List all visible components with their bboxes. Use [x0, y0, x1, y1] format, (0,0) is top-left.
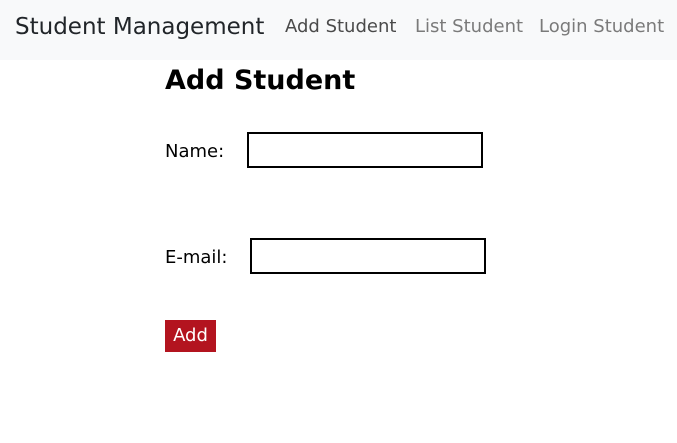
nav-link-list-student[interactable]: List Student: [415, 15, 523, 39]
navbar: Student Management Add Student List Stud…: [0, 0, 677, 60]
nav-link-add-student[interactable]: Add Student: [285, 15, 396, 39]
page-title: Add Student: [165, 65, 356, 96]
add-button[interactable]: Add: [165, 320, 216, 352]
email-input[interactable]: [250, 238, 486, 274]
name-label: Name:: [165, 141, 225, 162]
email-label: E-mail:: [165, 247, 228, 268]
brand-link[interactable]: Student Management: [15, 13, 264, 41]
nav-link-login-student[interactable]: Login Student: [539, 15, 664, 39]
name-input[interactable]: [247, 132, 483, 168]
